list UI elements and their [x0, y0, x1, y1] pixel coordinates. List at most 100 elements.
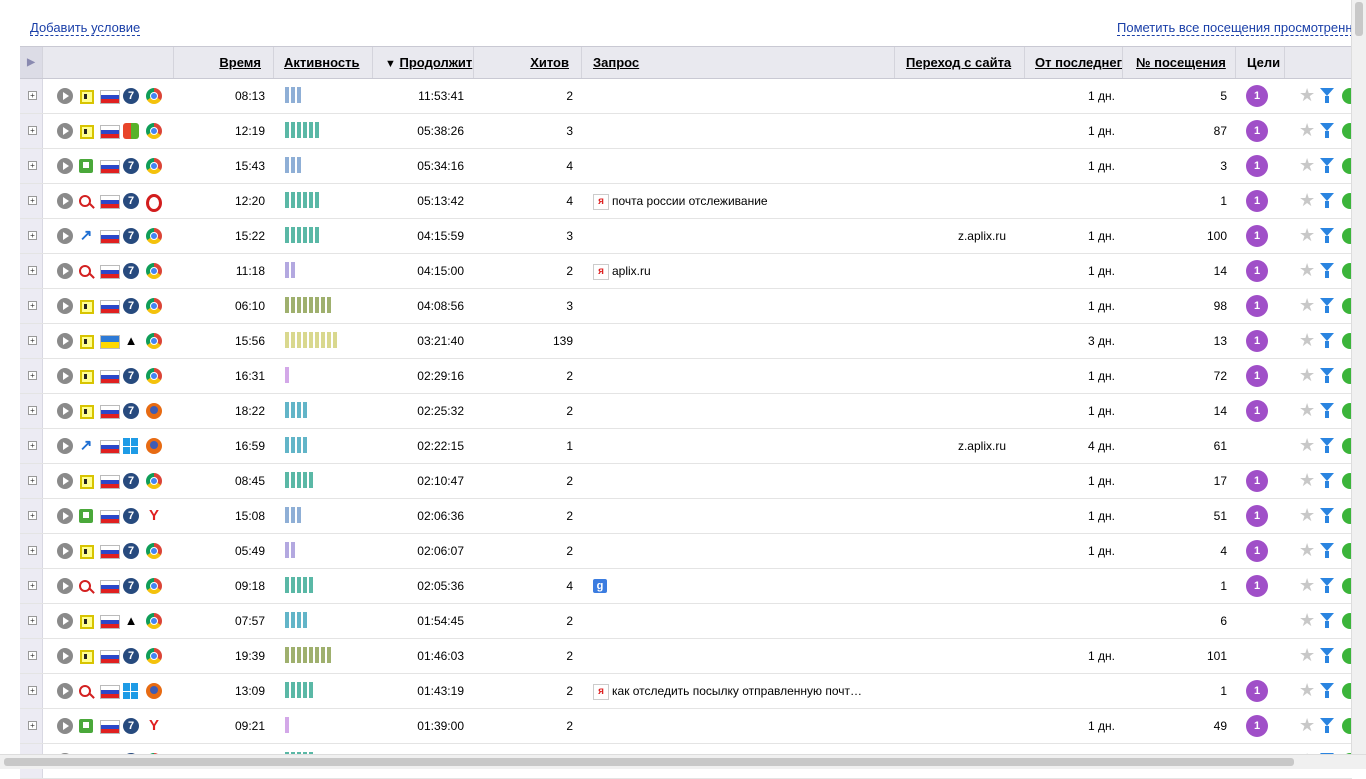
filter-icon[interactable]	[1320, 508, 1334, 523]
referrer-site[interactable]	[895, 359, 1006, 393]
filter-icon[interactable]	[1320, 123, 1334, 138]
goal-badge[interactable]: 1	[1246, 155, 1268, 177]
filter-icon[interactable]	[1320, 368, 1334, 383]
star-icon[interactable]: ★	[1299, 331, 1315, 349]
referrer-site[interactable]	[895, 499, 1006, 533]
horizontal-scroll-thumb[interactable]	[4, 758, 1294, 766]
star-icon[interactable]: ★	[1299, 541, 1315, 559]
filter-icon[interactable]	[1320, 298, 1334, 313]
table-row[interactable]: +12:19 05:38:26 3 1 дн. 87 1 ★	[20, 114, 1358, 149]
goal-badge[interactable]: 1	[1246, 715, 1268, 737]
expand-icon[interactable]: +	[28, 126, 37, 135]
referrer-site[interactable]	[895, 324, 1006, 358]
filter-icon[interactable]	[1320, 228, 1334, 243]
vertical-scrollbar[interactable]	[1351, 0, 1366, 754]
filter-icon[interactable]	[1320, 613, 1334, 628]
filter-icon[interactable]	[1320, 403, 1334, 418]
expand-icon[interactable]: +	[28, 406, 37, 415]
filter-icon[interactable]	[1320, 333, 1334, 348]
play-icon[interactable]	[57, 263, 73, 279]
play-icon[interactable]	[57, 683, 73, 699]
play-icon[interactable]	[57, 613, 73, 629]
goal-badge[interactable]: 1	[1246, 365, 1268, 387]
expand-icon[interactable]: +	[28, 511, 37, 520]
star-icon[interactable]: ★	[1299, 611, 1315, 629]
star-icon[interactable]: ★	[1299, 576, 1315, 594]
referrer-site[interactable]	[895, 604, 1006, 638]
table-row[interactable]: +7 11:18 04:15:00 2 я aplix.ru 1 дн. 14 1 ★	[20, 254, 1358, 289]
expand-icon[interactable]: +	[28, 581, 37, 590]
referrer-site[interactable]	[895, 639, 1006, 673]
header-time[interactable]: Время	[174, 47, 274, 78]
header-duration[interactable]: ▼ Продолжит	[373, 47, 474, 78]
referrer-site[interactable]: z.aplix.ru	[895, 219, 1006, 253]
referrer-site[interactable]	[895, 569, 1006, 603]
referrer-site[interactable]	[895, 464, 1006, 498]
star-icon[interactable]: ★	[1299, 506, 1315, 524]
filter-icon[interactable]	[1320, 158, 1334, 173]
play-icon[interactable]	[57, 123, 73, 139]
filter-icon[interactable]	[1320, 88, 1334, 103]
star-icon[interactable]: ★	[1299, 226, 1315, 244]
goal-badge[interactable]: 1	[1246, 260, 1268, 282]
play-icon[interactable]	[57, 298, 73, 314]
play-icon[interactable]	[57, 718, 73, 734]
expand-icon[interactable]: +	[28, 476, 37, 485]
star-icon[interactable]: ★	[1299, 716, 1315, 734]
play-icon[interactable]	[57, 158, 73, 174]
goal-badge[interactable]: 1	[1246, 575, 1268, 597]
filter-icon[interactable]	[1320, 263, 1334, 278]
goal-badge[interactable]: 1	[1246, 400, 1268, 422]
referrer-site[interactable]	[895, 674, 1006, 708]
table-row[interactable]: +7 18:22 02:25:32 2 1 дн. 14 1 ★	[20, 394, 1358, 429]
star-icon[interactable]: ★	[1299, 156, 1315, 174]
star-icon[interactable]: ★	[1299, 191, 1315, 209]
horizontal-scrollbar[interactable]	[0, 754, 1366, 769]
table-row[interactable]: + ▲ 15:56 03:21:40 139 3 дн. 13 1 ★	[20, 324, 1358, 359]
play-icon[interactable]	[57, 368, 73, 384]
table-row[interactable]: +7 15:43 05:34:16 4 1 дн. 3 1 ★	[20, 149, 1358, 184]
filter-icon[interactable]	[1320, 473, 1334, 488]
filter-icon[interactable]	[1320, 543, 1334, 558]
goal-badge[interactable]: 1	[1246, 680, 1268, 702]
goal-badge[interactable]: 1	[1246, 295, 1268, 317]
star-icon[interactable]: ★	[1299, 646, 1315, 664]
referrer-site[interactable]	[895, 394, 1006, 428]
referrer-site[interactable]	[895, 254, 1006, 288]
play-icon[interactable]	[57, 438, 73, 454]
play-icon[interactable]	[57, 403, 73, 419]
play-icon[interactable]	[57, 333, 73, 349]
star-icon[interactable]: ★	[1299, 261, 1315, 279]
expand-icon[interactable]: +	[28, 161, 37, 170]
referrer-site[interactable]	[895, 289, 1006, 323]
table-row[interactable]: +7 12:20 05:13:42 4 я почта россии отслеживан…	[20, 184, 1358, 219]
expand-icon[interactable]: +	[28, 616, 37, 625]
header-since-last[interactable]: От последнег	[1025, 47, 1123, 78]
filter-icon[interactable]	[1320, 718, 1334, 733]
play-icon[interactable]	[57, 193, 73, 209]
expand-icon[interactable]: +	[28, 441, 37, 450]
table-row[interactable]: +13:09 01:43:19 2 я как отследить посылку от…	[20, 674, 1358, 709]
star-icon[interactable]: ★	[1299, 121, 1315, 139]
goal-badge[interactable]: 1	[1246, 225, 1268, 247]
filter-icon[interactable]	[1320, 193, 1334, 208]
goal-badge[interactable]: 1	[1246, 85, 1268, 107]
header-hits[interactable]: Хитов	[474, 47, 582, 78]
goal-badge[interactable]: 1	[1246, 540, 1268, 562]
table-row[interactable]: +7 09:18 02:05:36 4 g 1 1 ★	[20, 569, 1358, 604]
play-icon[interactable]	[57, 543, 73, 559]
play-icon[interactable]	[57, 473, 73, 489]
header-activity[interactable]: Активность	[274, 47, 373, 78]
star-icon[interactable]: ★	[1299, 86, 1315, 104]
referrer-site[interactable]	[895, 709, 1006, 743]
expand-icon[interactable]: +	[28, 546, 37, 555]
referrer-site[interactable]	[895, 534, 1006, 568]
expand-icon[interactable]: +	[28, 371, 37, 380]
star-icon[interactable]: ★	[1299, 436, 1315, 454]
play-icon[interactable]	[57, 508, 73, 524]
filter-icon[interactable]	[1320, 578, 1334, 593]
goal-badge[interactable]: 1	[1246, 505, 1268, 527]
table-row[interactable]: + ↗ 7 15:22 04:15:59 3 z.aplix.ru 1 дн. 100 1 ★	[20, 219, 1358, 254]
table-row[interactable]: +7 Y 15:08 02:06:36 2 1 дн. 51 1 ★	[20, 499, 1358, 534]
header-query[interactable]: Запрос	[582, 47, 895, 78]
